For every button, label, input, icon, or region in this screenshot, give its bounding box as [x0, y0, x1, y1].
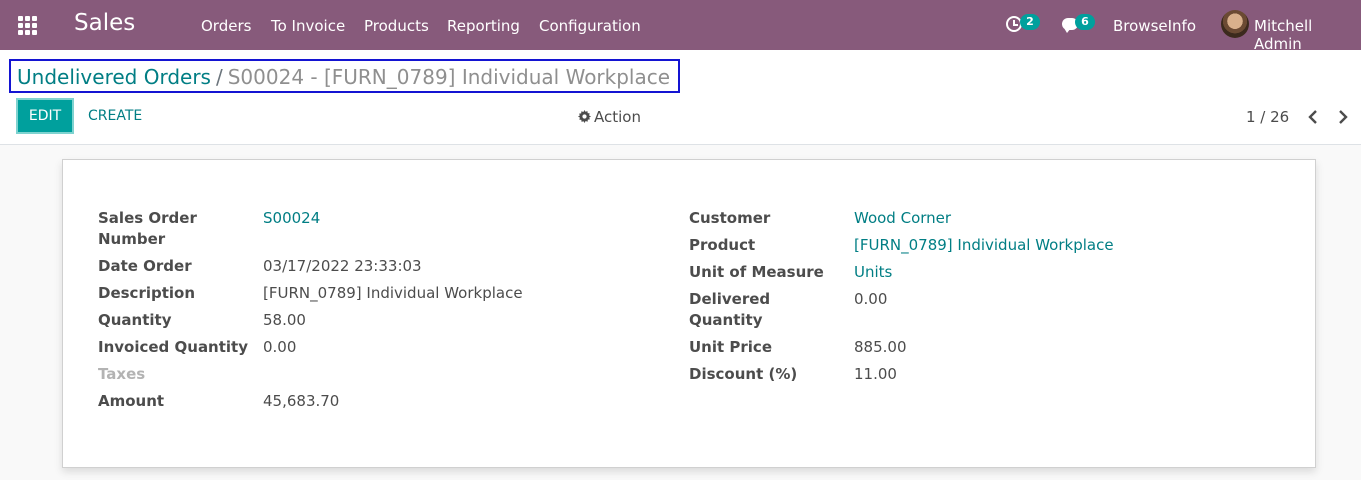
create-button[interactable]: CREATE — [88, 108, 142, 124]
field-value-product[interactable]: [FURN_0789] Individual Workplace — [854, 235, 1114, 256]
field-value-description: [FURN_0789] Individual Workplace — [263, 284, 523, 302]
field-value-quantity: 58.00 — [263, 311, 306, 329]
message-count-badge: 6 — [1075, 14, 1095, 30]
field-label-discount: Discount (%) — [689, 365, 798, 383]
field-value-unit-price: 885.00 — [854, 338, 907, 356]
field-value-amount: 45,683.70 — [263, 392, 340, 410]
control-panel: Undelivered Orders / S00024 - [FURN_0789] … — [0, 50, 1361, 145]
pager-value[interactable]: 1 / 26 — [1246, 108, 1289, 126]
field-label-customer: Customer — [689, 209, 771, 227]
app-title[interactable]: Sales — [74, 10, 135, 36]
menu-configuration[interactable]: Configuration — [539, 17, 641, 35]
field-label-date-order: Date Order — [98, 257, 192, 275]
field-label-sales-order-number: Sales Order Number — [98, 209, 197, 248]
user-menu[interactable]: Mitchell Admin — [1254, 17, 1361, 53]
field-label-product: Product — [689, 236, 756, 254]
field-label-taxes: Taxes — [98, 365, 146, 383]
field-label-unit-of-measure: Unit of Measure — [689, 263, 824, 281]
field-value-unit-of-measure[interactable]: Units — [854, 262, 892, 283]
action-label: Action — [594, 108, 641, 126]
field-label-unit-price: Unit Price — [689, 338, 772, 356]
action-menu[interactable]: Action — [578, 108, 641, 126]
menu-orders[interactable]: Orders — [201, 17, 251, 35]
pager-previous-icon[interactable] — [1305, 108, 1321, 126]
activity-count-badge: 2 — [1020, 14, 1040, 30]
form-sheet: Sales Order Number S00024 Date Order 03/1… — [62, 159, 1316, 468]
field-label-amount: Amount — [98, 392, 165, 410]
field-value-customer[interactable]: Wood Corner — [854, 208, 951, 229]
user-avatar[interactable] — [1221, 10, 1249, 38]
field-label-description: Description — [98, 284, 196, 302]
top-navbar: Sales Orders To Invoice Products Reporti… — [0, 0, 1361, 53]
gear-icon — [578, 110, 591, 123]
field-label-invoiced-quantity: Invoiced Quantity — [98, 338, 248, 356]
pager-next-icon[interactable] — [1335, 108, 1351, 126]
menu-products[interactable]: Products — [364, 17, 429, 35]
edit-button[interactable]: EDIT — [16, 98, 74, 134]
menu-reporting[interactable]: Reporting — [447, 17, 520, 35]
field-value-delivered-quantity: 0.00 — [854, 290, 888, 308]
app-menu-icon[interactable] — [18, 16, 38, 35]
field-label-delivered-quantity: Delivered Quantity — [689, 290, 771, 329]
field-value-discount: 11.00 — [854, 365, 897, 383]
company-switcher[interactable]: BrowseInfo — [1113, 17, 1196, 35]
field-label-quantity: Quantity — [98, 311, 172, 329]
breadcrumb: Undelivered Orders / S00024 - [FURN_0789] … — [17, 65, 670, 89]
field-value-invoiced-quantity: 0.00 — [263, 338, 297, 356]
breadcrumb-parent-link[interactable]: Undelivered Orders — [17, 65, 211, 89]
breadcrumb-separator: / — [215, 65, 223, 89]
field-value-date-order: 03/17/2022 23:33:03 — [263, 257, 422, 275]
field-value-sales-order-number[interactable]: S00024 — [263, 208, 320, 229]
breadcrumb-current: S00024 - [FURN_0789] Individual Workplac… — [227, 65, 671, 89]
menu-to-invoice[interactable]: To Invoice — [271, 17, 345, 35]
